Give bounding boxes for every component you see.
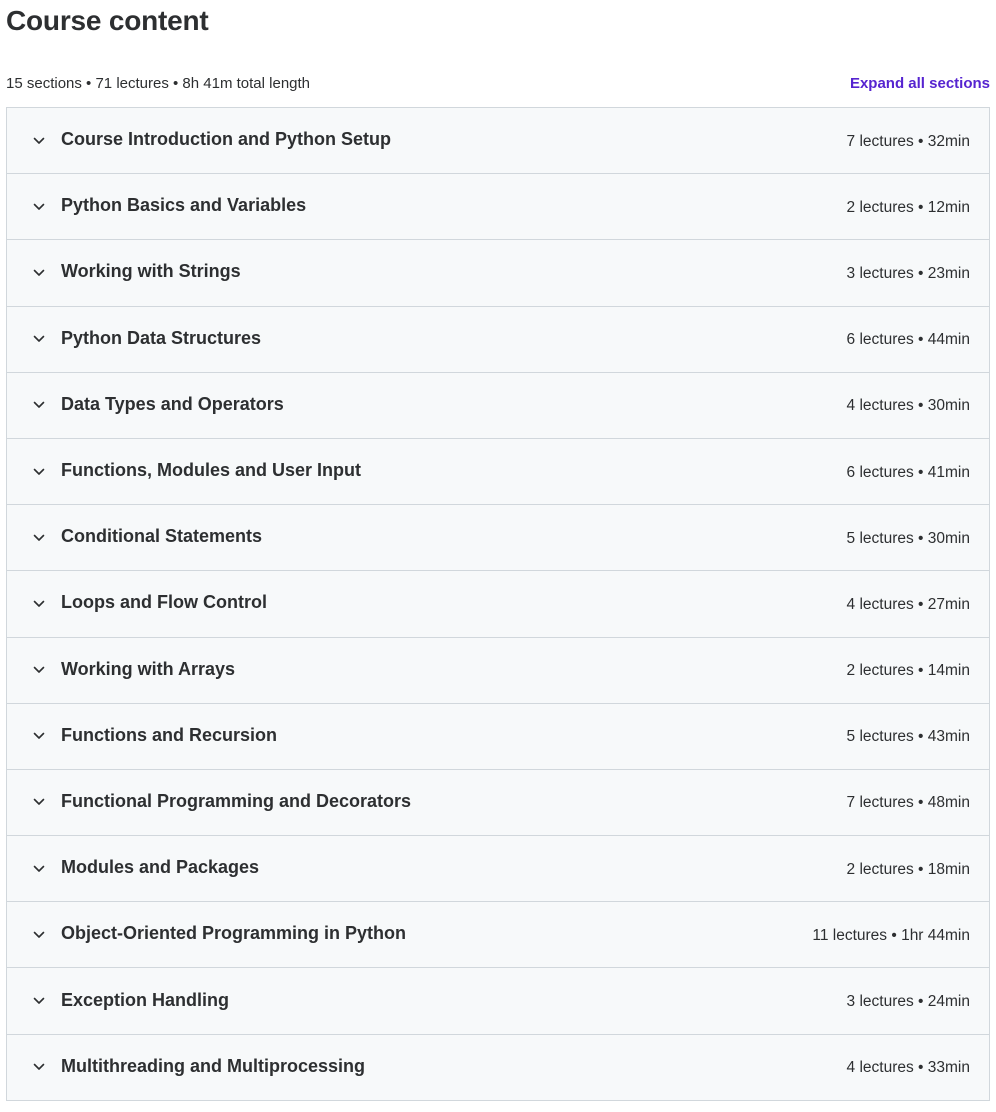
section-meta: 2 lectures • 12min: [846, 198, 970, 216]
chevron-down-icon: [32, 465, 46, 479]
section-title: Exception Handling: [61, 989, 230, 1010]
expand-all-sections-button[interactable]: Expand all sections: [850, 75, 990, 92]
section-header[interactable]: Working with Arrays 2 lectures • 14min: [7, 637, 989, 704]
chevron-down-icon: [32, 597, 46, 611]
section-header[interactable]: Object-Oriented Programming in Python 11 …: [7, 902, 989, 969]
chevron-down-icon: [32, 200, 46, 214]
section-meta: 3 lectures • 24min: [846, 993, 970, 1011]
section-title: Loops and Flow Control: [61, 592, 267, 613]
summary-bar: 15 sections • 71 lectures • 8h 41m total…: [6, 72, 990, 94]
section-header[interactable]: Functions, Modules and User Input 6 lectu…: [7, 438, 989, 506]
section-header[interactable]: Loops and Flow Control 4 lectures • 27min: [7, 571, 989, 638]
chevron-down-icon: [32, 862, 46, 876]
section-title: Python Data Structures: [61, 327, 262, 348]
page-title: Course content: [6, 5, 209, 36]
section-title: Python Basics and Variables: [61, 195, 307, 216]
chevron-down-icon: [32, 663, 46, 677]
course-content-panel: Course content 15 sections • 71 lectures…: [0, 0, 996, 1112]
section-header[interactable]: Data Types and Operators 4 lectures • 30m…: [7, 372, 989, 439]
section-header[interactable]: Multithreading and Multiprocessing 4 lect…: [7, 1034, 989, 1101]
section-title: Object-Oriented Programming in Python: [61, 923, 407, 944]
section-title: Working with Strings: [61, 261, 241, 282]
chevron-down-icon: [32, 928, 46, 942]
section-title: Functions, Modules and User Input: [61, 460, 362, 481]
section-title: Data Types and Operators: [61, 393, 284, 414]
section-meta: 4 lectures • 33min: [846, 1059, 970, 1077]
chevron-down-icon: [32, 134, 46, 148]
section-meta: 3 lectures • 23min: [846, 264, 970, 282]
section-title: Working with Arrays: [61, 658, 236, 679]
section-header[interactable]: Python Basics and Variables 2 lectures • …: [7, 174, 989, 241]
course-summary: 15 sections • 71 lectures • 8h 41m total…: [6, 74, 311, 92]
section-meta: 2 lectures • 14min: [846, 662, 970, 680]
section-meta: 6 lectures • 44min: [846, 331, 970, 349]
section-header[interactable]: Working with Strings 3 lectures • 23min: [7, 240, 989, 307]
section-header[interactable]: Modules and Packages 2 lectures • 18min: [7, 836, 989, 903]
section-meta: 7 lectures • 32min: [846, 132, 970, 150]
section-title: Conditional Statements: [61, 526, 263, 547]
section-meta: 6 lectures • 41min: [846, 463, 970, 481]
section-meta: 4 lectures • 27min: [846, 595, 970, 613]
section-header[interactable]: Functions and Recursion 5 lectures • 43mi…: [7, 703, 989, 770]
chevron-down-icon: [32, 729, 46, 743]
section-meta: 11 lectures • 1hr 44min: [812, 926, 970, 944]
section-meta: 7 lectures • 48min: [846, 794, 970, 812]
section-header[interactable]: Conditional Statements 5 lectures • 30min: [7, 505, 989, 572]
section-title: Multithreading and Multiprocessing: [61, 1055, 366, 1076]
section-meta: 5 lectures • 30min: [846, 529, 970, 547]
chevron-down-icon: [32, 795, 46, 809]
section-title: Course Introduction and Python Setup: [61, 129, 391, 150]
section-meta: 5 lectures • 43min: [846, 728, 970, 746]
chevron-down-icon: [32, 332, 46, 346]
chevron-down-icon: [32, 994, 46, 1008]
chevron-down-icon: [32, 1060, 46, 1074]
chevron-down-icon: [32, 398, 46, 412]
section-header[interactable]: Exception Handling 3 lectures • 24min: [7, 968, 989, 1035]
chevron-down-icon: [32, 266, 46, 280]
section-meta: 2 lectures • 18min: [846, 860, 970, 878]
section-meta: 4 lectures • 30min: [846, 397, 970, 415]
section-header[interactable]: Python Data Structures 6 lectures • 44min: [7, 306, 989, 373]
sections-accordion: Course Introduction and Python Setup 7 le…: [6, 107, 990, 1101]
section-title: Functional Programming and Decorators: [61, 790, 412, 811]
section-title: Functions and Recursion: [61, 724, 278, 745]
section-title: Modules and Packages: [61, 857, 260, 878]
section-header[interactable]: Course Introduction and Python Setup 7 le…: [7, 108, 989, 175]
section-header[interactable]: Functional Programming and Decorators 7 l…: [7, 769, 989, 837]
chevron-down-icon: [32, 531, 46, 545]
